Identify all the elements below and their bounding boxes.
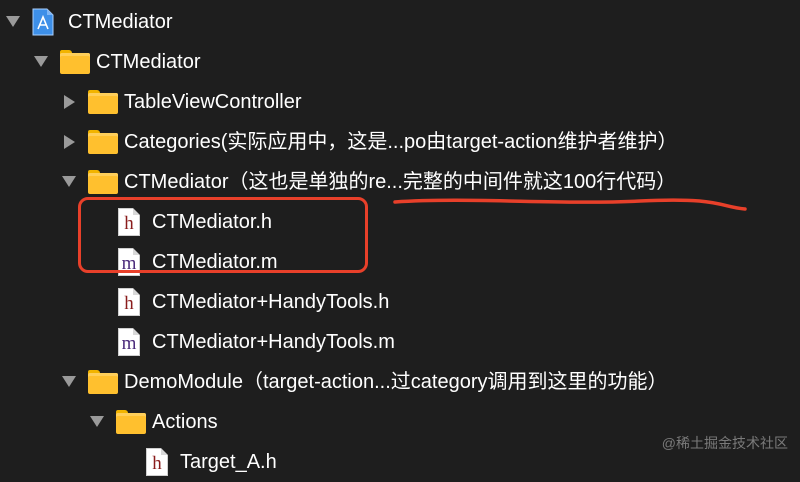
disclosure-open-icon[interactable] <box>6 16 20 27</box>
tree-row-group-root[interactable]: CTMediator <box>0 42 800 82</box>
folder-icon <box>60 50 90 74</box>
folder-icon <box>88 130 118 154</box>
group-label: Actions <box>152 411 218 433</box>
disclosure-closed-icon[interactable] <box>64 95 75 109</box>
disclosure-open-icon[interactable] <box>90 416 104 427</box>
group-label: TableViewController <box>124 91 302 113</box>
header-file-icon: h <box>118 288 140 316</box>
header-file-icon: h <box>146 448 168 476</box>
disclosure-open-icon[interactable] <box>62 176 76 187</box>
folder-icon <box>88 90 118 114</box>
implementation-file-icon: m <box>118 328 140 356</box>
folder-icon <box>116 410 146 434</box>
tree-row-project[interactable]: CTMediator <box>0 2 800 42</box>
group-label: CTMediator <box>96 51 201 73</box>
tree-row-group-categories[interactable]: Categories(实际应用中，这是...po由target-action维护… <box>0 122 800 162</box>
file-label: CTMediator+HandyTools.h <box>152 291 390 313</box>
tree-row-group-ctmediator[interactable]: CTMediator（这也是单独的re...完整的中间件就这100行代码） <box>0 162 800 202</box>
tree-row-group-tableview[interactable]: TableViewController <box>0 82 800 122</box>
tree-row-group-demomodule[interactable]: DemoModule（target-action...过category调用到这… <box>0 362 800 402</box>
disclosure-open-icon[interactable] <box>62 376 76 387</box>
folder-icon <box>88 370 118 394</box>
disclosure-open-icon[interactable] <box>34 56 48 67</box>
group-label: DemoModule（target-action...过category调用到这… <box>124 371 668 393</box>
folder-icon <box>88 170 118 194</box>
xcode-project-icon <box>32 8 54 36</box>
disclosure-closed-icon[interactable] <box>64 135 75 149</box>
tree-row-file[interactable]: h CTMediator+HandyTools.h <box>0 282 800 322</box>
watermark: @稀土掘金技术社区 <box>661 435 788 451</box>
group-label: Categories(实际应用中，这是...po由target-action维护… <box>124 131 678 153</box>
file-label: CTMediator+HandyTools.m <box>152 331 395 353</box>
tree-row-file[interactable]: m CTMediator+HandyTools.m <box>0 322 800 362</box>
project-label: CTMediator <box>68 11 173 33</box>
highlight-box <box>78 197 368 273</box>
group-label: CTMediator（这也是单独的re...完整的中间件就这100行代码） <box>124 171 677 193</box>
